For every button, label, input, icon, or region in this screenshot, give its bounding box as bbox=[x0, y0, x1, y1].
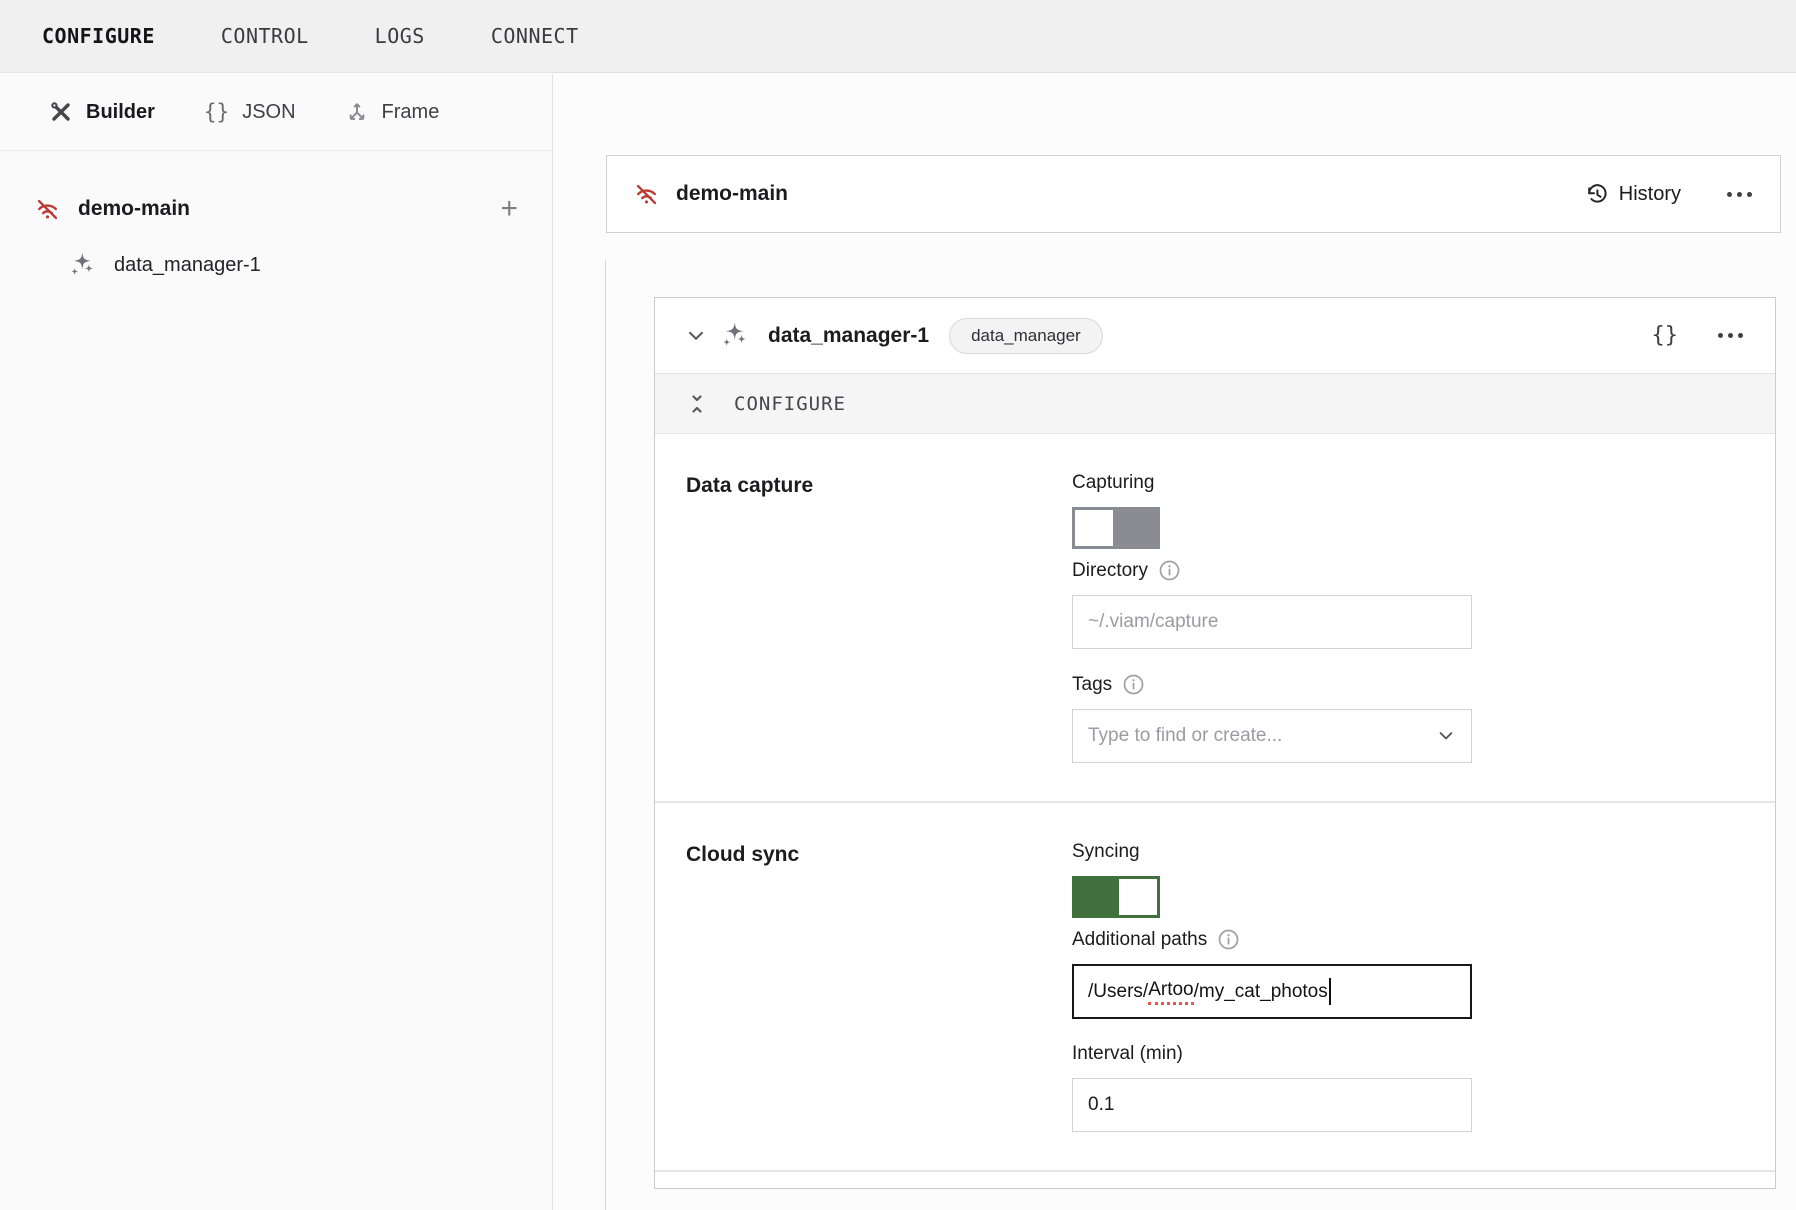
syncing-toggle[interactable] bbox=[1072, 876, 1160, 918]
path-suffix: /my_cat_photos bbox=[1194, 981, 1328, 1003]
syncing-label: Syncing bbox=[1072, 841, 1140, 863]
capturing-toggle[interactable] bbox=[1072, 507, 1160, 549]
add-component-button[interactable]: + bbox=[494, 194, 524, 224]
machine-card-title: demo-main bbox=[676, 182, 788, 206]
path-misspelled-word: Artoo bbox=[1148, 979, 1193, 1005]
tab-builder[interactable]: Builder bbox=[49, 100, 155, 124]
interval-label: Interval (min) bbox=[1072, 1043, 1183, 1065]
path-prefix: /Users/ bbox=[1088, 981, 1148, 1003]
section-cloud-sync: Cloud sync Syncing Additional paths bbox=[655, 801, 1775, 1170]
frame-axes-icon bbox=[345, 100, 369, 124]
capturing-label: Capturing bbox=[1072, 472, 1154, 494]
tab-json-label: JSON bbox=[242, 101, 295, 124]
component-list-rail: data_manager-1 data_manager {} CONFIGURE… bbox=[605, 260, 1796, 1210]
tags-select[interactable]: Type to find or create... bbox=[1072, 709, 1472, 763]
sparkles-icon bbox=[724, 323, 750, 349]
next-section-edge bbox=[655, 1170, 1775, 1188]
info-icon[interactable] bbox=[1158, 559, 1181, 582]
tab-control[interactable]: CONTROL bbox=[221, 24, 309, 48]
history-label: History bbox=[1619, 183, 1681, 206]
component-card-header: data_manager-1 data_manager {} bbox=[655, 298, 1775, 373]
tree-item-data-manager[interactable]: data_manager-1 bbox=[0, 245, 552, 285]
component-type-badge: data_manager bbox=[949, 318, 1103, 354]
section-title: Cloud sync bbox=[686, 841, 1072, 1132]
section-data-capture: Data capture Capturing Directory bbox=[655, 434, 1775, 801]
chevron-down-icon[interactable] bbox=[685, 325, 707, 347]
tab-connect[interactable]: CONNECT bbox=[491, 24, 579, 48]
view-json-button[interactable]: {} bbox=[1652, 323, 1679, 348]
top-nav: CONFIGURE CONTROL LOGS CONNECT bbox=[0, 0, 1796, 73]
tree-item-label: data_manager-1 bbox=[114, 254, 261, 277]
component-menu-button[interactable] bbox=[1716, 327, 1745, 344]
machine-card: demo-main History bbox=[606, 155, 1781, 233]
collapse-icon bbox=[686, 393, 708, 415]
tab-json[interactable]: {} JSON bbox=[204, 100, 296, 124]
ellipsis-icon bbox=[1718, 333, 1723, 338]
interval-input[interactable] bbox=[1072, 1078, 1472, 1132]
tab-frame-label: Frame bbox=[382, 101, 440, 124]
machine-name: demo-main bbox=[78, 197, 190, 221]
configure-bar-label: CONFIGURE bbox=[734, 393, 846, 415]
info-icon[interactable] bbox=[1122, 673, 1145, 696]
tags-label: Tags bbox=[1072, 674, 1112, 696]
history-icon bbox=[1585, 182, 1609, 206]
additional-paths-input[interactable]: /Users/Artoo/my_cat_photos bbox=[1072, 964, 1472, 1019]
component-title: data_manager-1 bbox=[768, 324, 929, 348]
tab-logs[interactable]: LOGS bbox=[375, 24, 425, 48]
resource-tree: demo-main + data_manager-1 bbox=[0, 151, 552, 285]
wifi-off-icon bbox=[34, 196, 61, 223]
sparkles-icon bbox=[72, 253, 97, 278]
section-title: Data capture bbox=[686, 472, 1072, 763]
sidebar: Builder {} JSON Frame demo-main + data_m… bbox=[0, 74, 553, 1210]
text-caret bbox=[1329, 978, 1331, 1005]
component-card-data-manager: data_manager-1 data_manager {} CONFIGURE… bbox=[654, 297, 1776, 1189]
tab-frame[interactable]: Frame bbox=[345, 100, 440, 124]
tree-item-machine[interactable]: demo-main + bbox=[0, 185, 552, 233]
tab-builder-label: Builder bbox=[86, 101, 155, 124]
info-icon[interactable] bbox=[1217, 928, 1240, 951]
additional-paths-label: Additional paths bbox=[1072, 929, 1207, 951]
directory-input[interactable] bbox=[1072, 595, 1472, 649]
chevron-down-icon bbox=[1436, 726, 1456, 746]
history-button[interactable]: History bbox=[1585, 182, 1681, 206]
main-content: demo-main History data_manager-1 data_ma… bbox=[554, 74, 1796, 1210]
sidebar-tab-bar: Builder {} JSON Frame bbox=[0, 74, 552, 151]
tags-placeholder: Type to find or create... bbox=[1088, 725, 1282, 747]
wifi-off-icon bbox=[633, 181, 660, 208]
configure-section-bar[interactable]: CONFIGURE bbox=[655, 373, 1775, 434]
directory-label: Directory bbox=[1072, 560, 1148, 582]
braces-icon: {} bbox=[204, 100, 229, 124]
tools-icon bbox=[49, 100, 73, 124]
tab-configure[interactable]: CONFIGURE bbox=[42, 24, 155, 48]
ellipsis-icon bbox=[1727, 192, 1732, 197]
machine-menu-button[interactable] bbox=[1725, 186, 1754, 203]
